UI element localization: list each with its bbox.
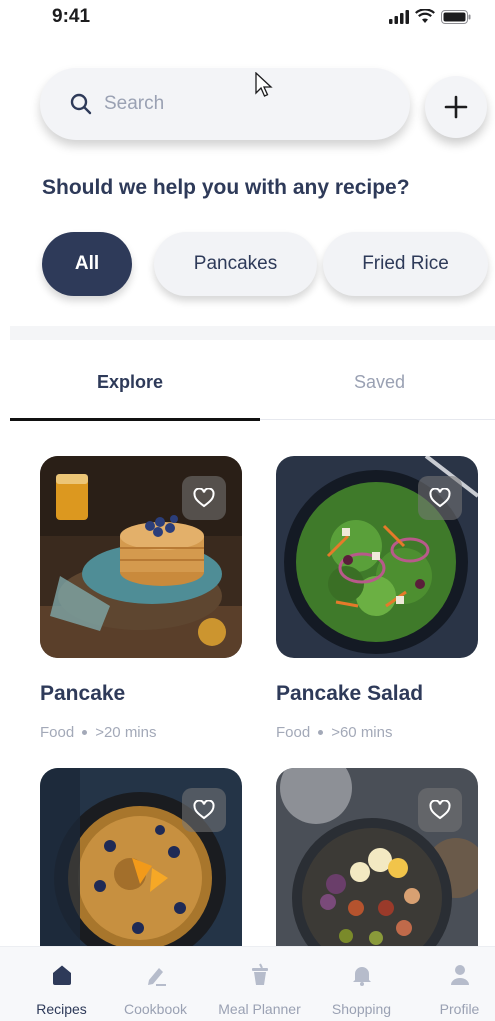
search-icon (70, 93, 92, 115)
recipe-image (276, 456, 478, 658)
heart-icon (429, 488, 451, 508)
nav-label: Cookbook (123, 1001, 188, 1017)
bottom-nav: Recipes Cookbook Meal Planner Shopping P… (0, 946, 495, 1021)
nav-label: Meal Planner (218, 1001, 301, 1017)
recipe-image (276, 768, 478, 970)
nav-item-shopping[interactable]: Shopping (312, 947, 411, 1021)
mouse-cursor-icon (255, 72, 273, 97)
search-input[interactable] (104, 93, 354, 115)
tab-bar: Explore Saved (10, 340, 495, 421)
user-icon (450, 965, 469, 985)
signal-icon (389, 9, 409, 24)
wifi-icon (415, 9, 435, 23)
tab-saved[interactable]: Saved (354, 372, 405, 393)
recipe-card[interactable] (40, 768, 242, 970)
favorite-button[interactable] (182, 788, 226, 832)
home-icon (52, 965, 71, 985)
nav-label: Shopping (331, 1001, 392, 1017)
recipe-meta: Food >20 mins (40, 724, 242, 741)
search-bar[interactable] (40, 68, 410, 140)
nav-item-recipes[interactable]: Recipes (12, 947, 111, 1021)
plus-icon (444, 95, 468, 119)
recipe-category: Food (276, 724, 311, 741)
heart-icon (429, 800, 451, 820)
add-button[interactable] (425, 76, 487, 138)
recipe-image (40, 456, 242, 658)
cup-icon (251, 963, 268, 985)
nav-item-profile[interactable]: Profile (410, 947, 495, 1021)
status-icons (389, 9, 471, 24)
recipe-duration: >60 mins (331, 724, 393, 741)
chip-all[interactable]: All (42, 232, 132, 296)
meta-separator (318, 730, 324, 735)
nav-label: Profile (439, 1001, 480, 1017)
category-chips: All Pancakes Fried Rice (42, 232, 488, 296)
recipe-card[interactable]: Pancake Salad Food >60 mins (276, 456, 478, 741)
recipe-image (40, 768, 242, 970)
battery-icon (441, 9, 471, 24)
recipe-card[interactable]: Pancake Food >20 mins (40, 456, 242, 741)
recipe-card[interactable] (276, 768, 478, 970)
recipe-category: Food (40, 724, 75, 741)
page-title: Should we help you with any recipe? (42, 176, 410, 199)
pencil-icon (147, 968, 166, 986)
chip-fried-rice[interactable]: Fried Rice (323, 232, 488, 296)
favorite-button[interactable] (418, 788, 462, 832)
tab-indicator (10, 418, 260, 421)
heart-icon (193, 800, 215, 820)
status-time: 9:41 (52, 6, 91, 27)
meta-separator (82, 730, 88, 735)
recipe-duration: >20 mins (95, 724, 157, 741)
nav-label: Recipes (36, 1001, 87, 1017)
favorite-button[interactable] (418, 476, 462, 520)
favorite-button[interactable] (182, 476, 226, 520)
heart-icon (193, 488, 215, 508)
chip-pancakes[interactable]: Pancakes (154, 232, 317, 296)
recipe-title: Pancake Salad (276, 682, 424, 705)
recipe-meta: Food >60 mins (276, 724, 478, 741)
nav-item-meal-planner[interactable]: Meal Planner (210, 947, 309, 1021)
tab-explore[interactable]: Explore (97, 372, 163, 393)
bell-icon (352, 967, 371, 986)
section-divider (10, 326, 495, 340)
recipe-title: Pancake (40, 682, 126, 705)
nav-item-cookbook[interactable]: Cookbook (106, 947, 205, 1021)
status-bar: 9:41 (0, 0, 495, 40)
